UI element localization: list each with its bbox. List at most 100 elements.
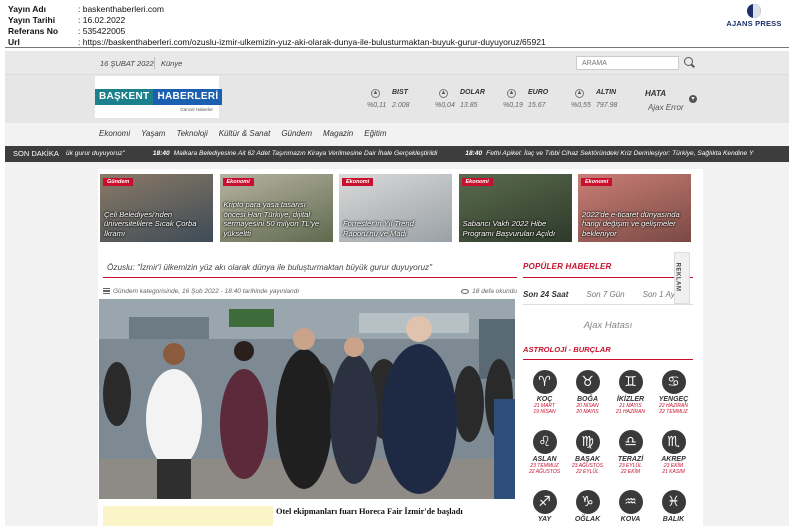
news-card-title[interactable]: 2022'de e-ticaret dünyasında hangi değiş…: [582, 210, 687, 239]
market-change: %0,55: [571, 102, 591, 109]
tab-24-saat[interactable]: Son 24 Saat: [523, 290, 568, 299]
zodiac-name: BALIK: [662, 516, 685, 523]
search-icon[interactable]: [684, 57, 693, 66]
meta-key: Yayın Tarihi: [8, 15, 56, 25]
nav-item-gundem[interactable]: Gündem: [281, 129, 312, 138]
market-altin: ▲ ALTIN %0,55 797.98: [569, 85, 637, 115]
meta-key: Referans No: [8, 26, 59, 36]
market-value: 15.67: [528, 102, 546, 109]
market-euro: ▲ EURO %0,19 15.67: [501, 85, 569, 115]
nav-item-kultur-sanat[interactable]: Kültür & Sanat: [219, 129, 271, 138]
zodiac-name: YAY: [537, 516, 552, 523]
zodiac-aslan[interactable]: ♌ ASLAN 23 TEMMUZ 22 AĞUSTOS: [523, 425, 566, 485]
view-count-text: 18 defa okundu: [472, 288, 517, 295]
divider: [154, 57, 155, 69]
zodiac-kova-icon: ♒: [618, 490, 643, 514]
zodiac-name: OĞLAK: [574, 516, 601, 523]
category-badge: Ekonomi: [342, 178, 374, 186]
market-change: %0,04: [435, 102, 455, 109]
zodiac-kova[interactable]: ♒ KOVA: [609, 485, 652, 526]
zodiac-name: İKİZLER: [616, 396, 645, 403]
ticker-headline[interactable]: Malkara Belediyesine Ait 62 Adet Taşınma…: [174, 150, 438, 157]
category-badge: Gündem: [103, 178, 134, 186]
site-logo[interactable]: BAŞKENT HABERLERİ Güncel Haberler: [95, 76, 223, 118]
zodiac-name: TERAZİ: [617, 456, 644, 463]
zodiac-balik[interactable]: ♓ BALIK: [652, 485, 695, 526]
ad-tab[interactable]: REKLAM: [674, 252, 690, 304]
arrow-up-icon: ▲: [439, 89, 448, 98]
zodiac-name: BOĞA: [577, 396, 598, 403]
meta-row: Yayın Tarihi: 16.02.2022: [8, 15, 568, 26]
ad-label: REKLAM: [674, 262, 681, 292]
zodiac-yengec[interactable]: ♋ YENGEÇ 22 HAZİRAN 22 TEMMUZ: [652, 365, 695, 425]
nav-item-magazin[interactable]: Magazin: [323, 129, 353, 138]
meta-value: : baskenthaberleri.com: [78, 4, 164, 14]
meta-value: : 535422005: [78, 26, 126, 36]
weather-widget[interactable]: HATA Ajax Error ▾: [645, 89, 705, 112]
zodiac-koc-icon: ♈: [532, 370, 557, 394]
market-name: BIST: [392, 89, 408, 96]
arrow-up-icon: ▲: [575, 89, 584, 98]
top-bar: 16 ŞUBAT 2022 Künye: [5, 51, 789, 75]
zodiac-ikizler-icon: ♊: [618, 370, 643, 394]
ticker-text[interactable]: ük gurur duyuyoruz" 18:40 Malkara Belediye…: [66, 146, 753, 162]
zodiac-ikizler[interactable]: ♊ İKİZLER 21 MAYIS 21 HAZİRAN: [609, 365, 652, 425]
zodiac-dates: 21 MART 19 NİSAN: [533, 403, 556, 415]
zodiac-basak[interactable]: ♍ BAŞAK 23 AĞUSTOS 22 EYLÜL: [566, 425, 609, 485]
menu-icon: [103, 288, 110, 295]
nav-item-yasam[interactable]: Yaşam: [141, 129, 165, 138]
zodiac-dates: 21 MAYIS 21 HAZİRAN: [616, 403, 645, 415]
zodiac-yengec-icon: ♋: [661, 370, 686, 394]
search-input[interactable]: [576, 56, 679, 70]
clip-metadata: Yayın Adı : baskenthaberleri.com Yayın Ta…: [8, 4, 568, 48]
popular-tabs: Son 24 Saat Son 7 Gün Son 1 Ay: [523, 290, 693, 299]
zodiac-name: BAŞAK: [575, 456, 600, 463]
meta-key: Yayın Adı: [8, 4, 46, 14]
agency-logo-icon: [747, 4, 761, 18]
zodiac-dates: 23 TEMMUZ 22 AĞUSTOS: [528, 463, 561, 475]
market-change: %0,19: [503, 102, 523, 109]
news-card[interactable]: Ekonomi Sabancı Vakfı 2022 Hibe Programı…: [458, 174, 572, 242]
popular-news-title: POPÜLER HABERLER: [523, 262, 612, 271]
zodiac-dates: 23 EKİM 21 KASIM: [662, 463, 685, 475]
zodiac-basak-icon: ♍: [575, 430, 600, 454]
news-card-title[interactable]: Kripto para yasa tasarısı öncesi Han Tür…: [224, 200, 329, 238]
article-photo: [99, 299, 515, 499]
ticker-headline[interactable]: Fethi Apikel: İlaç ve Tıbbi Cihaz Sektör…: [486, 150, 753, 157]
chevron-down-icon[interactable]: ▾: [689, 95, 697, 103]
nav-item-ekonomi[interactable]: Ekonomi: [99, 129, 130, 138]
news-card-title[interactable]: Çeli Belediyesi'nden üniversitelilere Sı…: [104, 210, 209, 239]
zodiac-terazi[interactable]: ♎ TERAZİ 23 EYLÜL 22 EKİM: [609, 425, 652, 485]
kunye-link[interactable]: Künye: [161, 59, 182, 68]
zodiac-akrep[interactable]: ♏ AKREP 23 EKİM 21 KASIM: [652, 425, 695, 485]
zodiac-dates: 20 NİSAN 20 MAYIS: [576, 403, 599, 415]
agency-logo: AJANS PRESS: [724, 4, 784, 28]
zodiac-yay[interactable]: ♐ YAY: [523, 485, 566, 526]
market-value: 2.008: [392, 102, 410, 109]
caption-highlight: [103, 506, 273, 526]
market-ticker: ▲ BIST %0,11 2.008 ▲ DOLAR %0,04 13.85 ▲…: [365, 85, 637, 115]
market-name: ALTIN: [596, 89, 617, 96]
zodiac-koc[interactable]: ♈ KOÇ 21 MART 19 NİSAN: [523, 365, 566, 425]
zodiac-oglak[interactable]: ♑ OĞLAK: [566, 485, 609, 526]
ticker-label: SON DAKİKA: [13, 149, 59, 158]
nav-item-teknoloji[interactable]: Teknoloji: [176, 129, 207, 138]
zodiac-boga[interactable]: ♉ BOĞA 20 NİSAN 20 MAYIS: [566, 365, 609, 425]
zodiac-boga-icon: ♉: [575, 370, 600, 394]
zodiac-dates: 23 EYLÜL 22 EKİM: [619, 463, 642, 475]
photo-caption: Otel ekipmanları fuarı Horeca Fair İzmir…: [276, 507, 463, 516]
nav-item-egitim[interactable]: Eğitim: [364, 129, 386, 138]
article-info: Gündem kategorisinde, 16 Şub 2022 - 18:4…: [103, 288, 517, 295]
tab-7-gun[interactable]: Son 7 Gün: [586, 290, 624, 299]
zodiac-yay-icon: ♐: [532, 490, 557, 514]
zodiac-dates: 22 HAZİRAN 22 TEMMUZ: [659, 403, 688, 415]
news-card[interactable]: Gündem Çeli Belediyesi'nden üniversiteli…: [100, 174, 213, 242]
news-card-title[interactable]: Sabancı Vakfı 2022 Hibe Programı Başvuru…: [463, 219, 568, 238]
logo-tagline: Güncel Haberler: [180, 107, 213, 112]
news-card[interactable]: Ekonomi 2022'de e-ticaret dünyasında han…: [578, 174, 691, 242]
tab-1-ay[interactable]: Son 1 Ay: [643, 290, 675, 299]
news-card[interactable]: Ekonomi Kripto para yasa tasarısı öncesi…: [219, 174, 333, 242]
news-card-title[interactable]: Forrester'ın Yıl Trend Raporu'nu ve Madi: [343, 219, 448, 238]
news-card[interactable]: Ekonomi Forrester'ın Yıl Trend Raporu'nu…: [339, 174, 452, 242]
weather-error: Ajax Error: [648, 103, 684, 112]
